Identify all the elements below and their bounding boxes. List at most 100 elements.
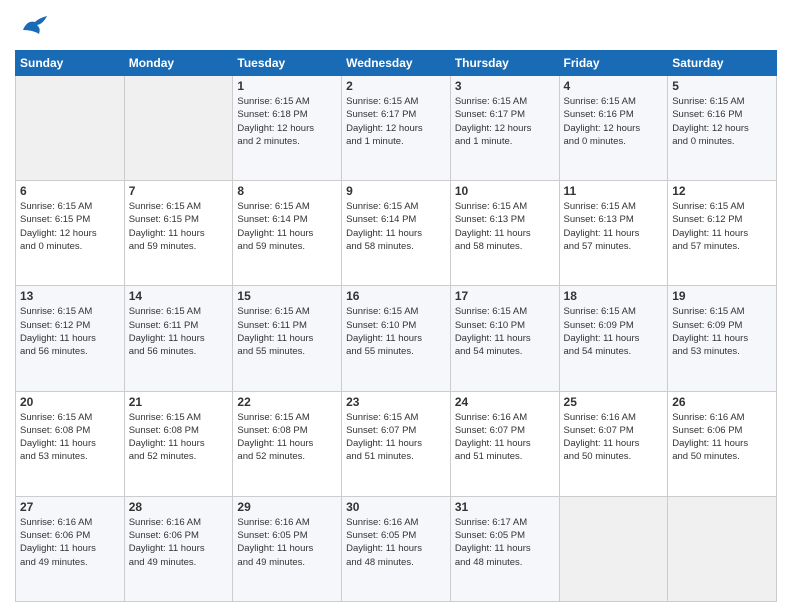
day-number: 19: [672, 289, 772, 303]
day-info: Sunrise: 6:16 AM Sunset: 6:06 PM Dayligh…: [20, 516, 120, 569]
day-cell: 14 Sunrise: 6:15 AM Sunset: 6:11 PM Dayli…: [124, 286, 233, 391]
day-info: Sunrise: 6:15 AM Sunset: 6:15 PM Dayligh…: [20, 200, 120, 253]
day-info: Sunrise: 6:15 AM Sunset: 6:12 PM Dayligh…: [672, 200, 772, 253]
day-number: 30: [346, 500, 446, 514]
day-info: Sunrise: 6:15 AM Sunset: 6:08 PM Dayligh…: [20, 411, 120, 464]
day-cell: 11 Sunrise: 6:15 AM Sunset: 6:13 PM Dayli…: [559, 181, 668, 286]
day-info: Sunrise: 6:15 AM Sunset: 6:16 PM Dayligh…: [672, 95, 772, 148]
day-cell: [668, 496, 777, 601]
day-info: Sunrise: 6:15 AM Sunset: 6:07 PM Dayligh…: [346, 411, 446, 464]
day-cell: 10Sunrise: 6:15 AM Sunset: 6:13 PM Dayli…: [450, 181, 559, 286]
day-number: 20: [20, 395, 120, 409]
day-info: Sunrise: 6:15 AM Sunset: 6:14 PM Dayligh…: [237, 200, 337, 253]
day-cell: 15Sunrise: 6:15 AM Sunset: 6:11 PM Dayli…: [233, 286, 342, 391]
day-cell: 23 Sunrise: 6:15 AM Sunset: 6:07 PM Dayli…: [342, 391, 451, 496]
day-cell: [16, 76, 125, 181]
day-number: 9: [346, 184, 446, 198]
day-cell: 6 Sunrise: 6:15 AM Sunset: 6:15 PM Daylig…: [16, 181, 125, 286]
day-number: 1: [237, 79, 337, 93]
day-info: Sunrise: 6:16 AM Sunset: 6:07 PM Dayligh…: [564, 411, 664, 464]
day-info: Sunrise: 6:15 AM Sunset: 6:09 PM Dayligh…: [672, 305, 772, 358]
day-info: Sunrise: 6:15 AM Sunset: 6:08 PM Dayligh…: [237, 411, 337, 464]
day-info: Sunrise: 6:15 AM Sunset: 6:09 PM Dayligh…: [564, 305, 664, 358]
day-number: 11: [564, 184, 664, 198]
day-cell: 22 Sunrise: 6:15 AM Sunset: 6:08 PM Dayli…: [233, 391, 342, 496]
day-info: Sunrise: 6:16 AM Sunset: 6:05 PM Dayligh…: [346, 516, 446, 569]
calendar-body: 1 Sunrise: 6:15 AM Sunset: 6:18 PM Daylig…: [16, 76, 777, 602]
day-cell: 17Sunrise: 6:15 AM Sunset: 6:10 PM Dayli…: [450, 286, 559, 391]
header-cell-wednesday: Wednesday: [342, 51, 451, 76]
day-cell: 9 Sunrise: 6:15 AM Sunset: 6:14 PM Daylig…: [342, 181, 451, 286]
day-cell: 3Sunrise: 6:15 AM Sunset: 6:17 PM Daylig…: [450, 76, 559, 181]
header-cell-tuesday: Tuesday: [233, 51, 342, 76]
day-info: Sunrise: 6:15 AM Sunset: 6:12 PM Dayligh…: [20, 305, 120, 358]
day-number: 27: [20, 500, 120, 514]
day-number: 6: [20, 184, 120, 198]
day-info: Sunrise: 6:15 AM Sunset: 6:11 PM Dayligh…: [129, 305, 229, 358]
day-number: 26: [672, 395, 772, 409]
day-number: 24: [455, 395, 555, 409]
day-number: 5: [672, 79, 772, 93]
day-cell: 27 Sunrise: 6:16 AM Sunset: 6:06 PM Dayli…: [16, 496, 125, 601]
day-number: 21: [129, 395, 229, 409]
day-cell: 13 Sunrise: 6:15 AM Sunset: 6:12 PM Dayli…: [16, 286, 125, 391]
day-info: Sunrise: 6:15 AM Sunset: 6:11 PM Dayligh…: [237, 305, 337, 358]
day-number: 13: [20, 289, 120, 303]
day-number: 22: [237, 395, 337, 409]
header-row: SundayMondayTuesdayWednesdayThursdayFrid…: [16, 51, 777, 76]
day-info: Sunrise: 6:15 AM Sunset: 6:13 PM Dayligh…: [564, 200, 664, 253]
day-info: Sunrise: 6:15 AM Sunset: 6:14 PM Dayligh…: [346, 200, 446, 253]
day-info: Sunrise: 6:15 AM Sunset: 6:15 PM Dayligh…: [129, 200, 229, 253]
day-cell: 29 Sunrise: 6:16 AM Sunset: 6:05 PM Dayli…: [233, 496, 342, 601]
day-cell: 18Sunrise: 6:15 AM Sunset: 6:09 PM Dayli…: [559, 286, 668, 391]
day-number: 10: [455, 184, 555, 198]
day-cell: [559, 496, 668, 601]
day-number: 23: [346, 395, 446, 409]
day-cell: 20 Sunrise: 6:15 AM Sunset: 6:08 PM Dayli…: [16, 391, 125, 496]
day-number: 16: [346, 289, 446, 303]
day-number: 4: [564, 79, 664, 93]
day-number: 14: [129, 289, 229, 303]
day-number: 2: [346, 79, 446, 93]
day-info: Sunrise: 6:15 AM Sunset: 6:17 PM Dayligh…: [455, 95, 555, 148]
week-row-3: 13 Sunrise: 6:15 AM Sunset: 6:12 PM Dayli…: [16, 286, 777, 391]
day-number: 29: [237, 500, 337, 514]
header: [15, 10, 777, 42]
day-cell: 2 Sunrise: 6:15 AM Sunset: 6:17 PM Daylig…: [342, 76, 451, 181]
header-cell-thursday: Thursday: [450, 51, 559, 76]
day-cell: 24 Sunrise: 6:16 AM Sunset: 6:07 PM Dayli…: [450, 391, 559, 496]
header-cell-monday: Monday: [124, 51, 233, 76]
day-cell: 8Sunrise: 6:15 AM Sunset: 6:14 PM Daylig…: [233, 181, 342, 286]
day-info: Sunrise: 6:16 AM Sunset: 6:05 PM Dayligh…: [237, 516, 337, 569]
day-cell: 12 Sunrise: 6:15 AM Sunset: 6:12 PM Dayli…: [668, 181, 777, 286]
header-cell-friday: Friday: [559, 51, 668, 76]
day-cell: 5 Sunrise: 6:15 AM Sunset: 6:16 PM Daylig…: [668, 76, 777, 181]
day-cell: 16 Sunrise: 6:15 AM Sunset: 6:10 PM Dayli…: [342, 286, 451, 391]
day-number: 28: [129, 500, 229, 514]
day-info: Sunrise: 6:16 AM Sunset: 6:07 PM Dayligh…: [455, 411, 555, 464]
logo-bird-icon: [19, 10, 51, 42]
day-cell: 26Sunrise: 6:16 AM Sunset: 6:06 PM Dayli…: [668, 391, 777, 496]
logo: [15, 10, 51, 42]
day-cell: [124, 76, 233, 181]
week-row-5: 27 Sunrise: 6:16 AM Sunset: 6:06 PM Dayli…: [16, 496, 777, 601]
day-cell: 1 Sunrise: 6:15 AM Sunset: 6:18 PM Daylig…: [233, 76, 342, 181]
day-info: Sunrise: 6:15 AM Sunset: 6:10 PM Dayligh…: [346, 305, 446, 358]
day-cell: 21Sunrise: 6:15 AM Sunset: 6:08 PM Dayli…: [124, 391, 233, 496]
week-row-4: 20 Sunrise: 6:15 AM Sunset: 6:08 PM Dayli…: [16, 391, 777, 496]
day-info: Sunrise: 6:16 AM Sunset: 6:06 PM Dayligh…: [129, 516, 229, 569]
header-cell-saturday: Saturday: [668, 51, 777, 76]
week-row-1: 1 Sunrise: 6:15 AM Sunset: 6:18 PM Daylig…: [16, 76, 777, 181]
day-cell: 28 Sunrise: 6:16 AM Sunset: 6:06 PM Dayli…: [124, 496, 233, 601]
week-row-2: 6 Sunrise: 6:15 AM Sunset: 6:15 PM Daylig…: [16, 181, 777, 286]
day-cell: 25Sunrise: 6:16 AM Sunset: 6:07 PM Dayli…: [559, 391, 668, 496]
day-cell: 19 Sunrise: 6:15 AM Sunset: 6:09 PM Dayli…: [668, 286, 777, 391]
header-cell-sunday: Sunday: [16, 51, 125, 76]
day-info: Sunrise: 6:15 AM Sunset: 6:17 PM Dayligh…: [346, 95, 446, 148]
day-number: 31: [455, 500, 555, 514]
day-number: 17: [455, 289, 555, 303]
page: SundayMondayTuesdayWednesdayThursdayFrid…: [0, 0, 792, 612]
day-number: 12: [672, 184, 772, 198]
day-cell: 7Sunrise: 6:15 AM Sunset: 6:15 PM Daylig…: [124, 181, 233, 286]
day-info: Sunrise: 6:15 AM Sunset: 6:18 PM Dayligh…: [237, 95, 337, 148]
